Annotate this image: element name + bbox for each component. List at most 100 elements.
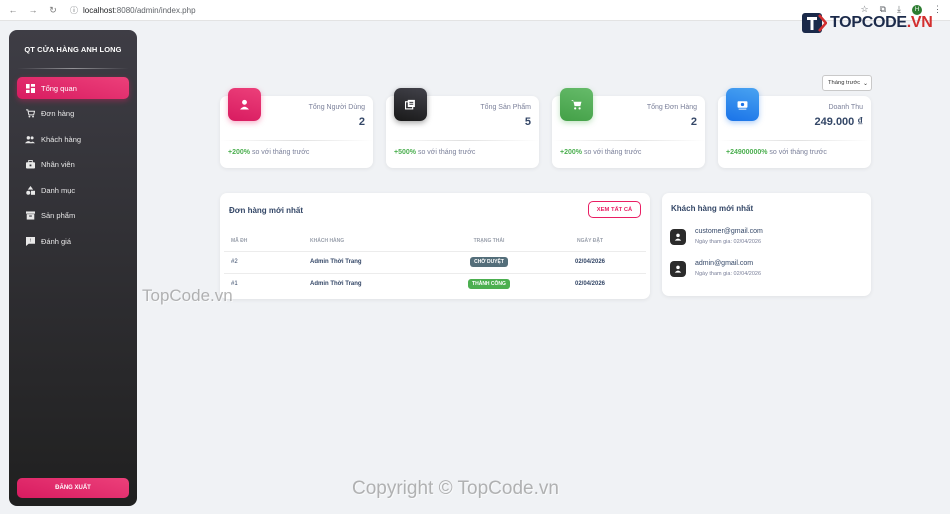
user-icon bbox=[670, 261, 686, 277]
sidebar-item-reviews[interactable]: ! Đánh giá bbox=[17, 231, 129, 253]
stat-divider bbox=[718, 140, 871, 141]
stat-change-suffix: so với tháng trước bbox=[769, 149, 827, 156]
latest-customers-card: Khách hàng mới nhất customer@gmail.com N… bbox=[662, 193, 871, 296]
status-badge: CHỜ DUYỆT bbox=[470, 257, 508, 267]
stat-value: 2 bbox=[358, 116, 365, 128]
sidebar-item-categories[interactable]: Danh mục bbox=[17, 179, 129, 201]
sidebar-brand[interactable]: QT CỬA HÀNG ANH LONG bbox=[9, 30, 137, 68]
address-bar[interactable]: ⓘ localhost:8080/admin/index.php bbox=[70, 5, 196, 16]
latest-customers-title: Khách hàng mới nhất bbox=[671, 204, 754, 213]
stat-divider bbox=[552, 140, 705, 141]
column-header-order-date: NGÀY ĐẶT bbox=[534, 231, 646, 252]
sidebar-item-customers[interactable]: Khách hàng bbox=[17, 128, 129, 150]
list-item[interactable]: customer@gmail.com Ngày tham gia: 02/04/… bbox=[670, 228, 860, 254]
stat-label: Tổng Sản Phẩm bbox=[480, 104, 531, 111]
stat-value: 5 bbox=[524, 116, 531, 128]
stat-divider bbox=[386, 140, 539, 141]
sidebar-item-overview[interactable]: Tổng quan bbox=[17, 77, 129, 99]
logout-button[interactable]: ĐĂNG XUẤT bbox=[17, 478, 129, 498]
cart-icon bbox=[25, 109, 35, 119]
stat-value: 249.000 ₫ bbox=[814, 116, 863, 128]
sidebar-item-staff[interactable]: Nhân viên bbox=[17, 154, 129, 176]
stat-card-products: Tổng Sản Phẩm 5 +500% so với tháng trước bbox=[386, 88, 539, 168]
stat-change: +200% bbox=[560, 149, 582, 156]
site-info-icon[interactable]: ⓘ bbox=[70, 5, 78, 16]
user-icon bbox=[670, 229, 686, 245]
sidebar: QT CỬA HÀNG ANH LONG Tổng quan Đơn hàng … bbox=[9, 30, 137, 506]
topcode-logo-icon bbox=[802, 13, 827, 33]
url-host: localhost bbox=[83, 5, 115, 15]
forward-icon[interactable]: → bbox=[28, 5, 38, 15]
table-row[interactable]: #1 Admin Thời Trang THÀNH CÔNG 02/04/202… bbox=[224, 273, 646, 295]
stat-value: 2 bbox=[690, 116, 697, 128]
briefcase-icon bbox=[25, 160, 35, 170]
column-header-order-id: MÃ ĐH bbox=[224, 231, 303, 252]
order-customer: Admin Thời Trang bbox=[310, 281, 362, 288]
browser-menu-icon[interactable]: ⋮ bbox=[933, 4, 942, 15]
stat-divider bbox=[220, 140, 373, 141]
stat-footer: +500% so với tháng trước bbox=[394, 149, 475, 156]
order-id: #2 bbox=[224, 251, 303, 274]
stat-card-orders: Tổng Đơn Hàng 2 +200% so với tháng trước bbox=[552, 88, 705, 168]
sidebar-item-label: Danh mục bbox=[41, 185, 76, 195]
sidebar-item-products[interactable]: Sản phẩm bbox=[17, 205, 129, 227]
order-customer: Admin Thời Trang bbox=[303, 251, 444, 274]
users-icon bbox=[25, 134, 35, 144]
view-all-orders-button[interactable]: XEM TẤT CẢ bbox=[588, 201, 641, 218]
url-path: :8080/admin/index.php bbox=[114, 5, 196, 15]
table-row[interactable]: #2 Admin Thời Trang CHỜ DUYỆT 02/04/2026 bbox=[224, 251, 646, 274]
back-icon[interactable]: ← bbox=[8, 5, 18, 15]
cart-icon bbox=[560, 88, 593, 121]
order-date: 02/04/2026 bbox=[534, 251, 646, 274]
products-icon bbox=[394, 88, 427, 121]
review-icon: ! bbox=[25, 237, 35, 247]
stat-change: +500% bbox=[394, 149, 416, 156]
money-icon bbox=[726, 88, 759, 121]
customer-joined-date: Ngày tham gia: 02/04/2026 bbox=[695, 271, 762, 277]
watermark-text: TopCode.vn bbox=[142, 286, 233, 305]
logo-text-main: TOPCODE bbox=[830, 14, 907, 31]
box-icon bbox=[25, 211, 35, 221]
stat-footer: +200% so với tháng trước bbox=[560, 149, 641, 156]
sidebar-item-label: Tổng quan bbox=[41, 83, 77, 93]
user-icon bbox=[228, 88, 261, 121]
customer-joined-date: Ngày tham gia: 02/04/2026 bbox=[695, 239, 762, 245]
month-filter-select[interactable]: Tháng trước ⌄ bbox=[822, 75, 872, 91]
chevron-down-icon: ⌄ bbox=[862, 80, 868, 87]
customer-email: customer@gmail.com bbox=[695, 228, 763, 235]
reload-icon[interactable]: ↻ bbox=[48, 5, 58, 16]
sidebar-item-label: Đơn hàng bbox=[41, 109, 75, 119]
stat-label: Tổng Người Dùng bbox=[308, 104, 365, 111]
category-icon bbox=[25, 185, 35, 195]
sidebar-menu: Tổng quan Đơn hàng Khách hàng Nhân viên … bbox=[9, 69, 137, 253]
orders-table-header: MÃ ĐH KHÁCH HÀNG TRẠNG THÁI NGÀY ĐẶT bbox=[224, 231, 646, 252]
sidebar-item-label: Nhân viên bbox=[41, 160, 75, 170]
list-item[interactable]: admin@gmail.com Ngày tham gia: 02/04/202… bbox=[670, 260, 860, 286]
stat-card-revenue: Doanh Thu 249.000 ₫ +24900000% so với th… bbox=[718, 88, 871, 168]
customer-email: admin@gmail.com bbox=[695, 260, 754, 267]
stat-footer: +200% so với tháng trước bbox=[228, 149, 309, 156]
copyright-watermark: Copyright © TopCode.vn bbox=[352, 478, 559, 499]
dashboard-icon bbox=[25, 83, 35, 93]
month-filter-value: Tháng trước bbox=[828, 80, 861, 86]
stat-change-suffix: so với tháng trước bbox=[251, 149, 310, 156]
status-badge: THÀNH CÔNG bbox=[468, 279, 510, 290]
stat-change-suffix: so với tháng trước bbox=[583, 149, 642, 156]
stat-label: Doanh Thu bbox=[828, 104, 863, 111]
order-date: 02/04/2026 bbox=[574, 281, 606, 288]
logo-text-suffix: .VN bbox=[906, 14, 933, 31]
orders-table: MÃ ĐH KHÁCH HÀNG TRẠNG THÁI NGÀY ĐẶT #2 … bbox=[224, 231, 646, 295]
sidebar-item-orders[interactable]: Đơn hàng bbox=[17, 103, 129, 125]
stat-change: +24900000% bbox=[726, 149, 768, 156]
svg-text:!: ! bbox=[29, 238, 31, 244]
sidebar-item-label: Đánh giá bbox=[41, 237, 72, 247]
stat-card-users: Tổng Người Dùng 2 +200% so với tháng trư… bbox=[220, 88, 373, 168]
column-header-status: TRẠNG THÁI bbox=[444, 231, 534, 252]
sidebar-item-label: Sản phẩm bbox=[41, 211, 76, 221]
latest-orders-card: Đơn hàng mới nhất XEM TẤT CẢ MÃ ĐH KHÁCH… bbox=[220, 193, 650, 299]
topcode-logo: TOPCODE.VN bbox=[801, 11, 933, 35]
order-id: #1 bbox=[231, 281, 238, 288]
stat-change-suffix: so với tháng trước bbox=[417, 149, 476, 156]
sidebar-item-label: Khách hàng bbox=[41, 134, 82, 144]
stat-change: +200% bbox=[228, 149, 250, 156]
